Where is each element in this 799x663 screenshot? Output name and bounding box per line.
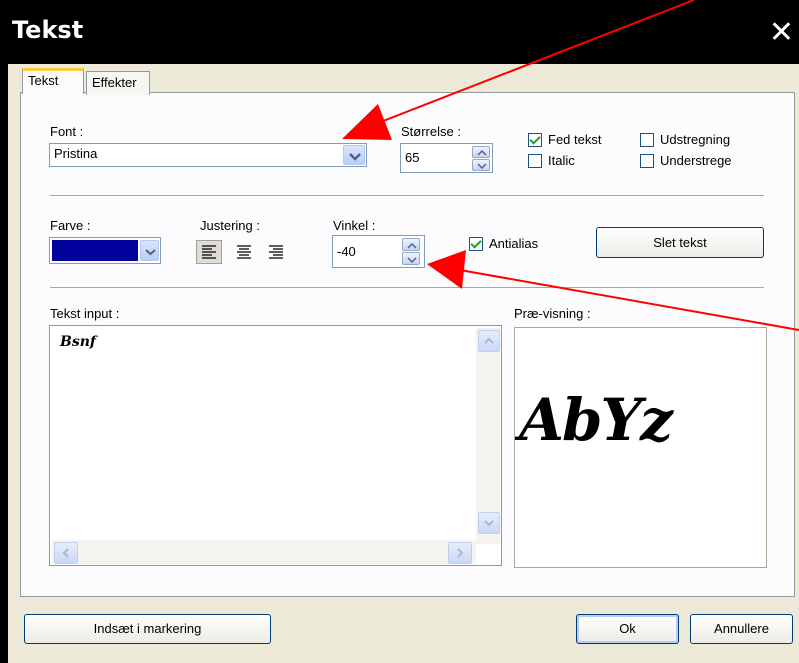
annotation-arrows <box>342 0 799 331</box>
annotation-arrow-line <box>364 0 695 129</box>
annotation-arrow-line <box>459 269 799 331</box>
annotation-arrowhead <box>427 250 466 289</box>
annotation-arrowhead <box>342 104 392 140</box>
tab-tekst[interactable]: Tekst <box>22 68 84 94</box>
